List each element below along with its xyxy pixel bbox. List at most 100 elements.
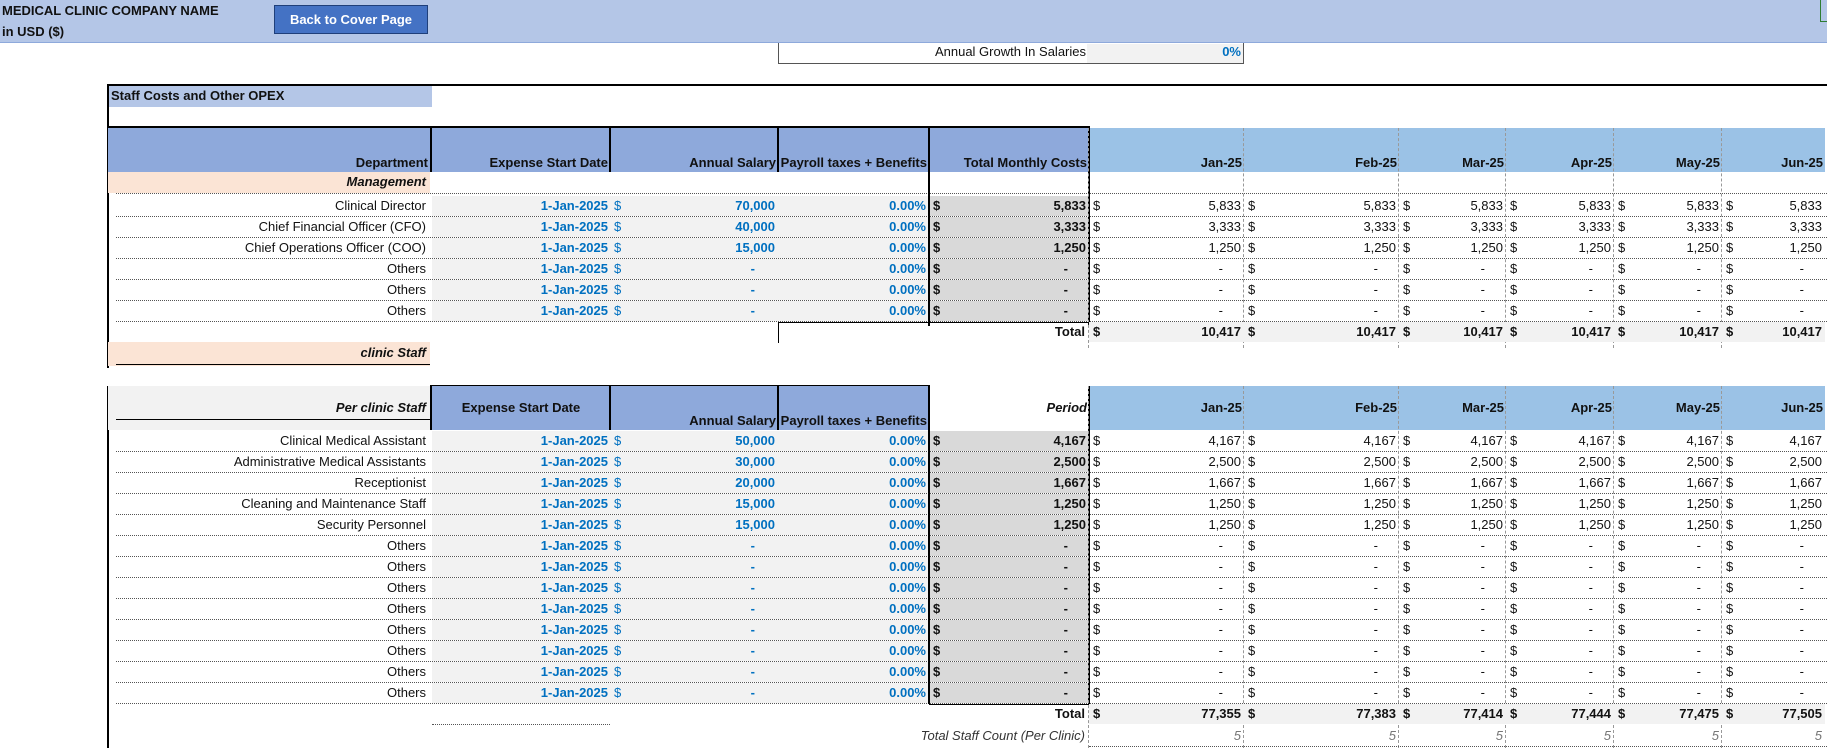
annual-salary-input[interactable]: $ - (610, 641, 778, 661)
amount: - (1588, 580, 1593, 595)
total-month-cell: $77,444 (1506, 704, 1614, 724)
dollar-sign: $ (933, 622, 941, 637)
annual-salary-input[interactable]: $ - (610, 536, 778, 556)
selected-cell-edge (1820, 0, 1827, 22)
month-value-cell: $ - (1244, 578, 1399, 598)
dollar-sign: $ (1510, 240, 1518, 255)
payroll-pct-input[interactable]: 0.00% (778, 578, 929, 598)
start-date-input[interactable]: 1-Jan-2025 (432, 683, 610, 703)
amount: 77,383 (1356, 706, 1396, 721)
start-date-input[interactable]: 1-Jan-2025 (432, 452, 610, 472)
payroll-pct-input[interactable]: 0.00% (778, 301, 929, 321)
col-divider (609, 126, 611, 172)
start-date-input[interactable]: 1-Jan-2025 (432, 494, 610, 514)
annual-salary-input[interactable]: $15,000 (610, 238, 778, 258)
amount: 1,250 (1470, 517, 1503, 532)
payroll-pct-input[interactable]: 0.00% (778, 536, 929, 556)
annual-salary-input[interactable]: $ - (610, 683, 778, 703)
total-month-cell: $10,417 (1614, 322, 1722, 342)
annual-salary-input[interactable]: $15,000 (610, 515, 778, 535)
payroll-pct-input[interactable]: 0.00% (778, 494, 929, 514)
start-date-input[interactable]: 1-Jan-2025 (432, 557, 610, 577)
start-date-input[interactable]: 1-Jan-2025 (432, 515, 610, 535)
dollar-sign: $ (1093, 496, 1101, 511)
amount: 1,250 (1686, 240, 1719, 255)
annual-salary-input[interactable]: $ - (610, 259, 778, 279)
monthly-cost-cell: $1,667 (929, 473, 1089, 493)
payroll-pct-input[interactable]: 0.00% (778, 473, 929, 493)
start-date-input[interactable]: 1-Jan-2025 (432, 238, 610, 258)
annual-salary-input[interactable]: $70,000 (610, 196, 778, 216)
dollar-sign: $ (1510, 601, 1518, 616)
start-date-input[interactable]: 1-Jan-2025 (432, 196, 610, 216)
month-value-cell: $3,333 (1722, 217, 1825, 237)
annual-salary-input[interactable]: $15,000 (610, 494, 778, 514)
dollar-sign: $ (933, 664, 941, 679)
back-to-cover-button[interactable]: Back to Cover Page (274, 5, 428, 34)
payroll-pct-input[interactable]: 0.00% (778, 599, 929, 619)
month-value-cell: $ - (1089, 280, 1244, 300)
start-date-input[interactable]: 1-Jan-2025 (432, 259, 610, 279)
annual-salary-input[interactable]: $30,000 (610, 452, 778, 472)
start-date-input[interactable]: 1-Jan-2025 (432, 473, 610, 493)
month-value-cell: $ - (1614, 683, 1722, 703)
monthly-cost-cell: $ - (929, 599, 1089, 619)
payroll-pct-input[interactable]: 0.00% (778, 196, 929, 216)
annual-salary-input[interactable]: $ - (610, 301, 778, 321)
growth-value[interactable]: 0% (1087, 44, 1243, 63)
monthly-cost-cell: $1,250 (929, 494, 1089, 514)
annual-salary-input[interactable]: $40,000 (610, 217, 778, 237)
start-date-input[interactable]: 1-Jan-2025 (432, 662, 610, 682)
amount: - (1588, 261, 1593, 276)
amount: 3,333 (1789, 219, 1822, 234)
annual-salary-input[interactable]: $ - (610, 662, 778, 682)
annual-salary-input[interactable]: $20,000 (610, 473, 778, 493)
annual-salary-input[interactable]: $ - (610, 578, 778, 598)
total-label: Total (1054, 324, 1085, 339)
payroll-pct-input[interactable]: 0.00% (778, 280, 929, 300)
payroll-pct-input[interactable]: 0.00% (778, 641, 929, 661)
dollar-sign: $ (1093, 282, 1101, 297)
amount: 10,417 (1571, 324, 1611, 339)
start-date-input[interactable]: 1-Jan-2025 (432, 301, 610, 321)
start-date-input[interactable]: 1-Jan-2025 (432, 431, 610, 451)
annual-salary-input[interactable]: $50,000 (610, 431, 778, 451)
start-date-input[interactable]: 1-Jan-2025 (432, 280, 610, 300)
start-date-input[interactable]: 1-Jan-2025 (432, 620, 610, 640)
amount: - (1218, 643, 1223, 658)
amount: 10,417 (1679, 324, 1719, 339)
payroll-pct-input[interactable]: 0.00% (778, 683, 929, 703)
start-date-input[interactable]: 1-Jan-2025 (432, 599, 610, 619)
dollar-sign: $ (1726, 538, 1734, 553)
payroll-pct-input[interactable]: 0.00% (778, 620, 929, 640)
amount: 1,250 (1470, 240, 1503, 255)
annual-salary-input[interactable]: $ - (610, 557, 778, 577)
start-date-input[interactable]: 1-Jan-2025 (432, 641, 610, 661)
row-label: Cleaning and Maintenance Staff (241, 496, 426, 511)
annual-salary-input[interactable]: $ - (610, 280, 778, 300)
month-value-cell: $1,667 (1722, 473, 1825, 493)
payroll-pct-input[interactable]: 0.00% (778, 557, 929, 577)
annual-salary-input[interactable]: $ - (610, 620, 778, 640)
dollar-sign: $ (1510, 580, 1518, 595)
payroll-pct-input[interactable]: 0.00% (778, 259, 929, 279)
dollar-sign: $ (614, 198, 622, 213)
row-label: Administrative Medical Assistants (233, 454, 426, 469)
annual-salary-input[interactable]: $ - (610, 599, 778, 619)
payroll-pct-input[interactable]: 0.00% (778, 515, 929, 535)
dollar-sign: $ (1403, 261, 1411, 276)
dollar-sign: $ (1248, 559, 1256, 574)
amount: - (1799, 643, 1804, 658)
payroll-pct-input[interactable]: 0.00% (778, 217, 929, 237)
month-value-cell: $4,167 (1722, 431, 1825, 451)
start-date-input[interactable]: 1-Jan-2025 (432, 217, 610, 237)
payroll-pct-input[interactable]: 0.00% (778, 452, 929, 472)
start-date-input[interactable]: 1-Jan-2025 (432, 536, 610, 556)
payroll-pct-input[interactable]: 0.00% (778, 662, 929, 682)
payroll-pct-input[interactable]: 0.00% (778, 238, 929, 258)
start-date-input[interactable]: 1-Jan-2025 (432, 578, 610, 598)
month-value-cell: $3,333 (1089, 217, 1244, 237)
payroll-pct-input[interactable]: 0.00% (778, 431, 929, 451)
dollar-sign: $ (1726, 580, 1734, 595)
monthly-cost-cell: $ - (929, 620, 1089, 640)
